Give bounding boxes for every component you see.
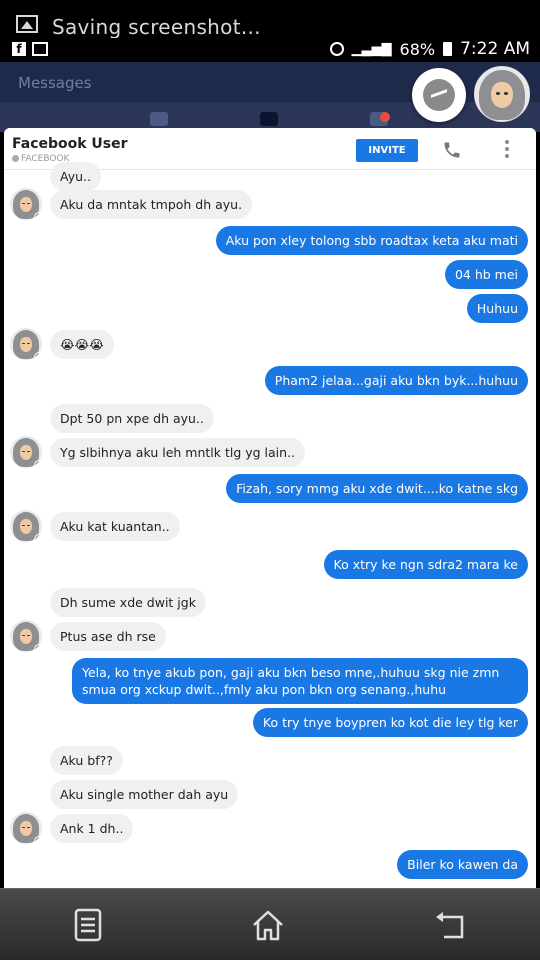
tab-people-icon[interactable] <box>150 112 168 126</box>
incoming-message[interactable]: Aku kat kuantan.. <box>50 512 180 541</box>
menu-icon[interactable] <box>70 907 106 943</box>
tab-home-icon[interactable] <box>260 112 278 126</box>
avatar[interactable] <box>10 812 42 844</box>
outgoing-message[interactable]: Biler ko kawen da <box>397 850 528 879</box>
messenger-badge-icon <box>34 460 42 468</box>
alarm-icon <box>329 42 344 56</box>
outgoing-message[interactable]: Fizah, sory mmg aku xde dwit....ko katne… <box>226 474 528 503</box>
incoming-message[interactable]: Aku bf?? <box>50 746 123 775</box>
avatar[interactable] <box>10 436 42 468</box>
messenger-chathead[interactable] <box>412 68 466 122</box>
message-list: Ayu.. Aku da mntak tmpoh dh ayu. Aku pon x… <box>4 162 536 888</box>
back-icon[interactable] <box>432 907 468 943</box>
outgoing-message[interactable]: Yela, ko tnye akub pon, gaji aku bkn bes… <box>72 658 528 704</box>
contact-name: Facebook User <box>12 136 128 152</box>
incoming-message[interactable]: Aku single mother dah ayu <box>50 780 239 809</box>
avatar[interactable] <box>10 620 42 652</box>
battery-percent: 68% <box>399 39 436 59</box>
avatar[interactable] <box>10 188 42 220</box>
messenger-badge-icon <box>34 534 42 542</box>
facebook-notification-icon: f <box>12 42 26 56</box>
outgoing-message[interactable]: Huhuu <box>466 294 528 323</box>
avatar[interactable] <box>10 510 42 542</box>
incoming-message[interactable]: Dh sume xde dwit jgk <box>50 588 206 617</box>
incoming-message[interactable]: Dpt 50 pn xpe dh ayu.. <box>50 404 214 433</box>
signal-icon: ▁▃▅▇ <box>351 41 392 57</box>
messenger-badge-icon <box>34 212 42 220</box>
android-nav-bar <box>0 888 540 960</box>
gallery-notification-icon <box>32 42 48 56</box>
facebook-icon <box>12 155 19 162</box>
invite-button[interactable]: INVITE <box>356 139 418 162</box>
incoming-message[interactable]: 😭😭😭 <box>50 330 114 359</box>
incoming-message[interactable]: Yg slbihnya aku leh mntlk tlg yg lain.. <box>50 438 306 467</box>
phone-icon[interactable] <box>442 140 462 160</box>
image-icon <box>16 15 38 33</box>
messenger-badge-icon <box>34 644 42 652</box>
home-icon[interactable] <box>250 907 286 943</box>
notification-bar: Saving screenshot... <box>0 0 540 39</box>
outgoing-message[interactable]: Ko xtry ke ngn sdra2 mara ke <box>323 550 528 579</box>
outgoing-message[interactable]: Pham2 jelaa...gaji aku bkn byk...huhuu <box>264 366 528 395</box>
avatar[interactable] <box>10 328 42 360</box>
incoming-message[interactable]: Ptus ase dh rse <box>50 622 166 651</box>
outgoing-message[interactable]: Ko try tnye boypren ko kot die ley tlg k… <box>252 708 528 737</box>
notification-badge <box>380 112 390 122</box>
battery-icon <box>443 42 453 56</box>
conversation-panel: Facebook User FACEBOOK INVITE Ayu.. Aku d… <box>4 128 536 888</box>
outgoing-message[interactable]: 04 hb mei <box>444 260 528 289</box>
clock: 7:22 AM <box>460 39 530 59</box>
user-chathead[interactable] <box>474 66 530 122</box>
incoming-message[interactable]: Ank 1 dh.. <box>50 814 134 843</box>
messenger-icon <box>423 79 455 111</box>
incoming-message[interactable]: Ayu.. <box>50 162 101 191</box>
status-bar: f ▁▃▅▇ 68% 7:22 AM <box>0 38 540 62</box>
notification-text: Saving screenshot... <box>52 15 261 39</box>
messenger-badge-icon <box>34 352 42 360</box>
messenger-badge-icon <box>34 836 42 844</box>
incoming-message[interactable]: Aku da mntak tmpoh dh ayu. <box>50 190 253 219</box>
outgoing-message[interactable]: Aku pon xley tolong sbb roadtax keta aku… <box>215 226 528 255</box>
avatar <box>475 67 529 121</box>
app-title: Messages <box>18 74 92 92</box>
more-vert-icon[interactable] <box>504 140 510 160</box>
